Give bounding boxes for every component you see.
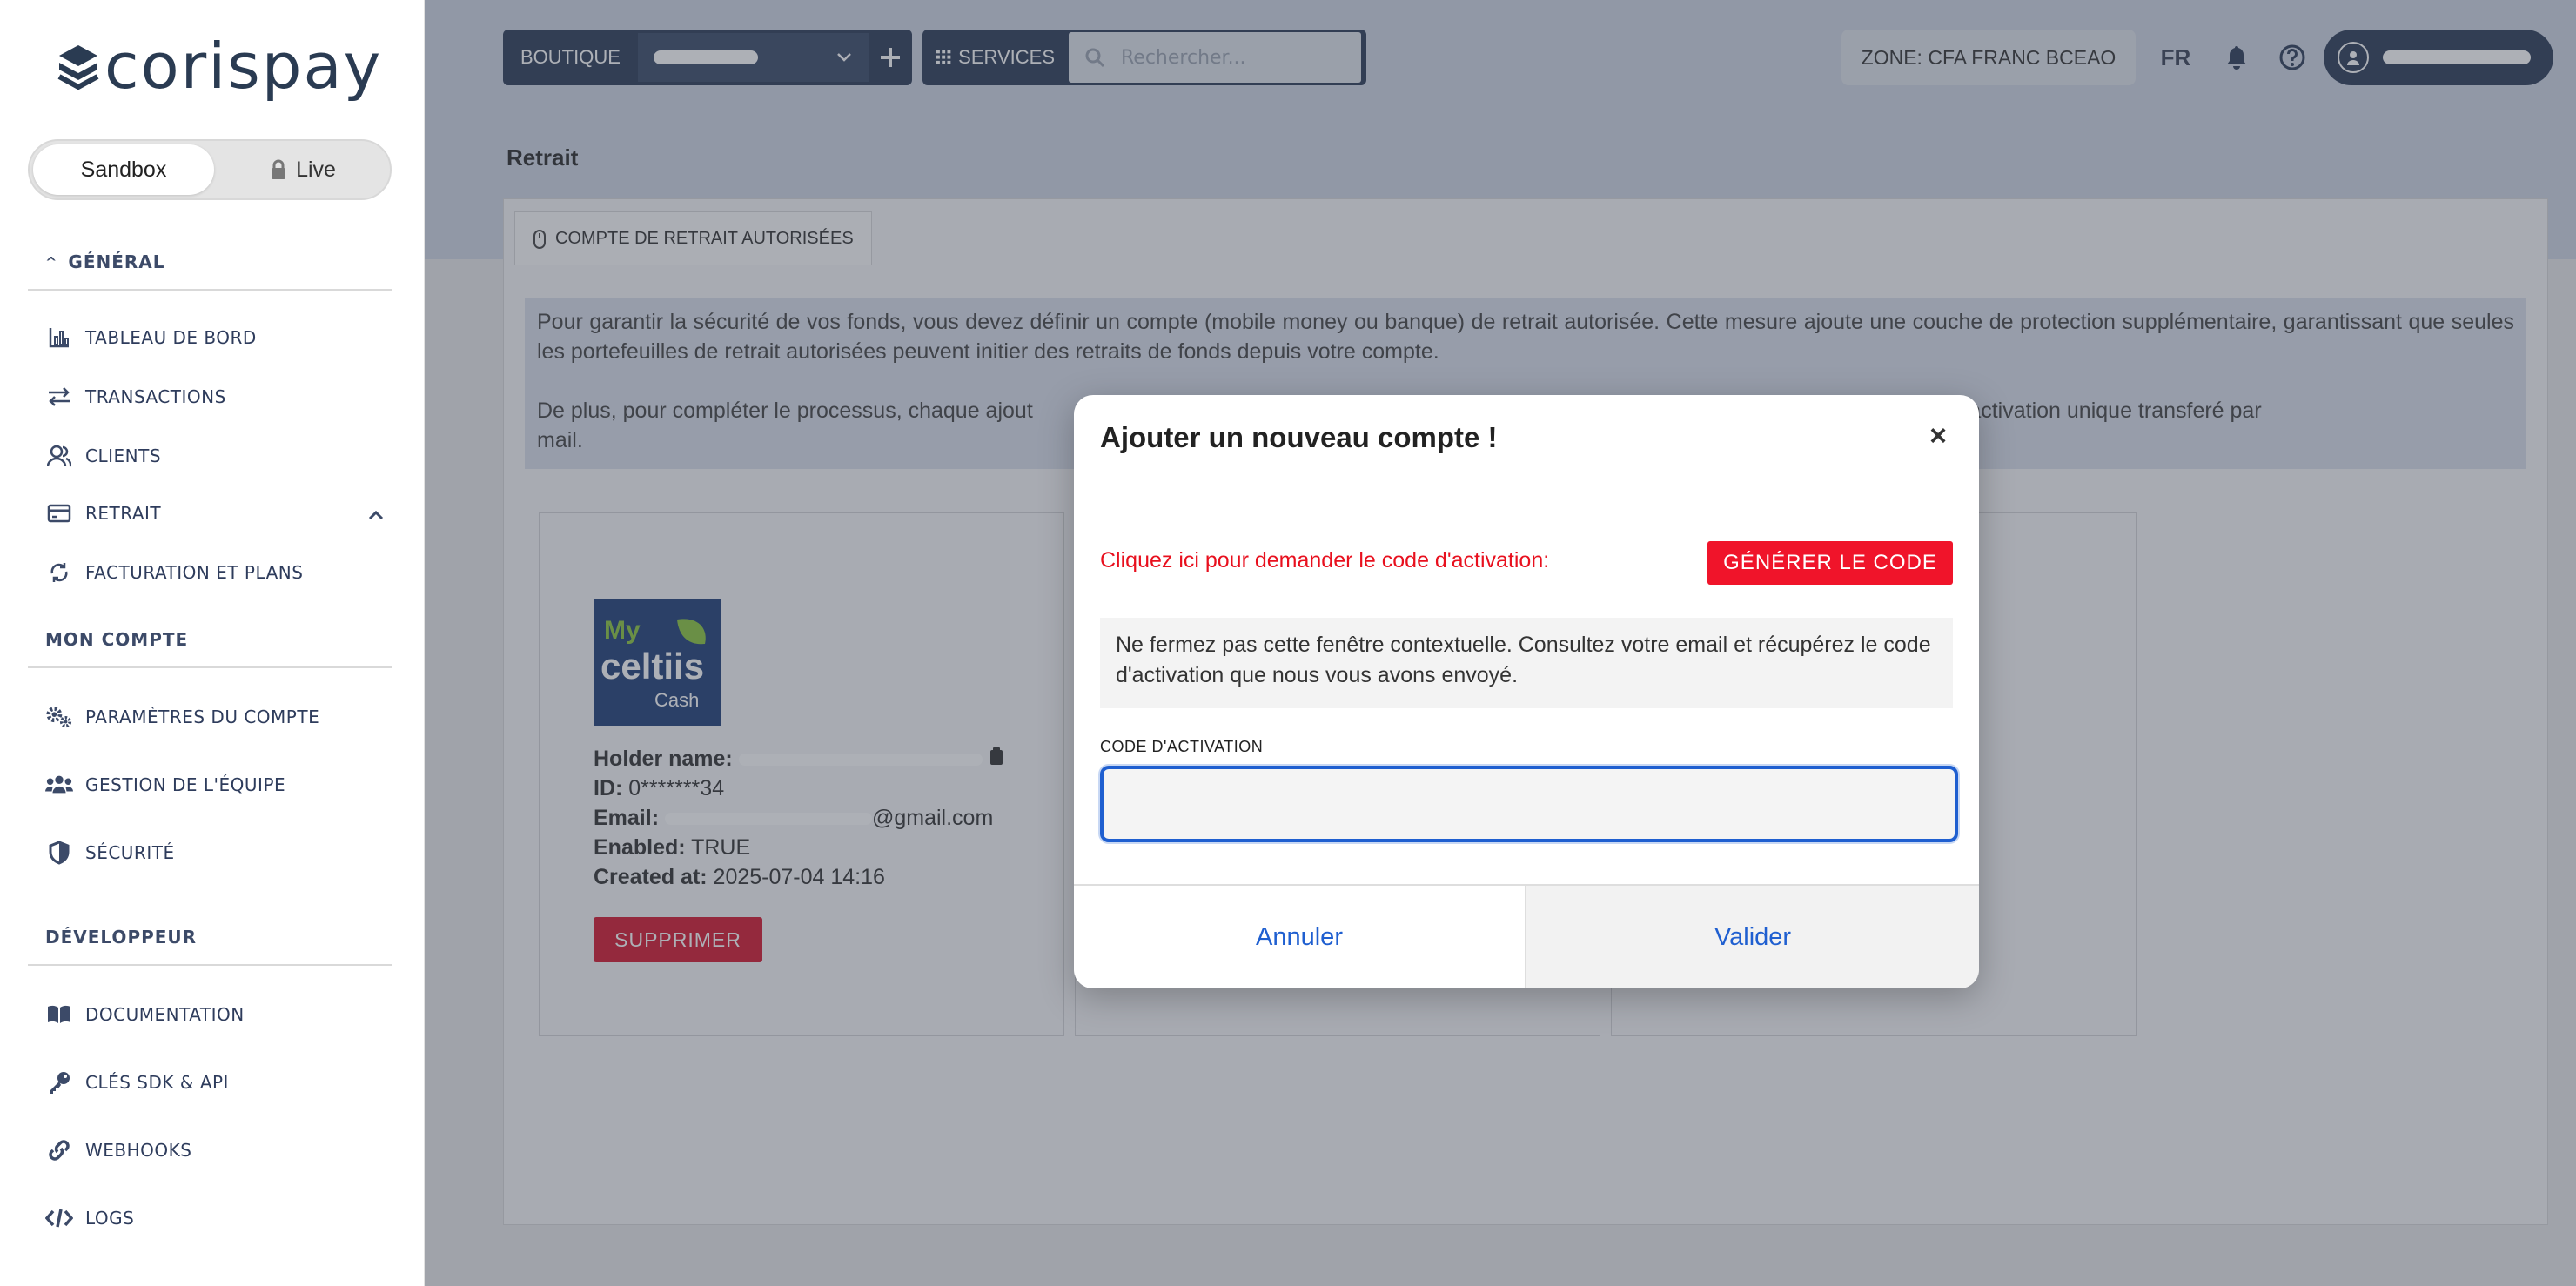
activation-code-label: CODE D'ACTIVATION: [1100, 738, 1264, 755]
cancel-button[interactable]: Annuler: [1074, 886, 1526, 988]
link-icon: [45, 1136, 73, 1164]
section-title-general-label: GÉNÉRAL: [68, 251, 165, 272]
activation-prompt: Cliquez ici pour demander le code d'acti…: [1100, 548, 1550, 573]
nav-item-sdk-keys-label: CLÉS SDK & API: [85, 1072, 229, 1093]
nav-section-developer: DÉVELOPPEUR DOCUMENTATION CLÉS SDK & API…: [28, 922, 392, 1253]
nav-item-dashboard[interactable]: TABLEAU DE BORD: [45, 320, 257, 355]
nav-section-account: MON COMPTE PARAMÈTRES DU COMPTE GESTION …: [28, 625, 392, 886]
activation-code-input[interactable]: [1100, 766, 1958, 842]
nav-item-account-settings[interactable]: PARAMÈTRES DU COMPTE: [45, 700, 319, 734]
book-icon: [45, 1001, 73, 1028]
arrows-exchange-icon: [45, 383, 73, 411]
shield-icon: [45, 839, 73, 867]
section-title-developer: DÉVELOPPEUR: [28, 922, 392, 966]
nav-item-webhooks[interactable]: WEBHOOKS: [45, 1133, 191, 1168]
team-icon: [45, 771, 73, 799]
nav-item-security[interactable]: SÉCURITÉ: [45, 835, 175, 870]
credit-card-icon: [45, 499, 73, 527]
section-title-account-label: MON COMPTE: [45, 629, 189, 650]
key-icon: [45, 1068, 73, 1096]
code-icon: [45, 1204, 73, 1232]
nav-item-webhooks-label: WEBHOOKS: [85, 1140, 192, 1161]
caret-up-icon: ^: [45, 253, 58, 271]
nav-item-clients-label: CLIENTS: [85, 445, 162, 466]
modal-notice: Ne fermez pas cette fenêtre contextuelle…: [1100, 618, 1953, 708]
validate-button[interactable]: Valider: [1526, 886, 1979, 988]
refresh-icon: [45, 559, 73, 586]
nav-item-retrait-label: RETRAIT: [85, 503, 162, 524]
gears-icon: [45, 703, 73, 731]
sandbox-option[interactable]: Sandbox: [33, 144, 214, 195]
nav-item-team-label: GESTION DE L'ÉQUIPE: [85, 774, 286, 795]
nav-item-logs[interactable]: LOGS: [45, 1201, 134, 1236]
nav-item-documentation-label: DOCUMENTATION: [85, 1004, 245, 1025]
nav-item-clients[interactable]: CLIENTS: [45, 439, 161, 473]
nav-section-general: ^ GÉNÉRAL TABLEAU DE BORD TRANSACTIONS CL…: [28, 247, 392, 583]
nav-item-transactions[interactable]: TRANSACTIONS: [45, 379, 226, 414]
nav-item-retrait[interactable]: RETRAIT: [45, 496, 392, 531]
sandbox-label: Sandbox: [80, 157, 167, 182]
nav-item-team[interactable]: GESTION DE L'ÉQUIPE: [45, 767, 285, 802]
nav-item-billing[interactable]: FACTURATION ET PLANS: [45, 555, 303, 590]
nav-item-dashboard-label: TABLEAU DE BORD: [85, 327, 257, 348]
generate-code-button[interactable]: GÉNÉRER LE CODE: [1707, 541, 1953, 585]
nav-item-account-settings-label: PARAMÈTRES DU COMPTE: [85, 707, 320, 727]
modal-title: Ajouter un nouveau compte !: [1100, 421, 1498, 453]
live-option[interactable]: Live: [216, 144, 390, 195]
brand-name: corispay: [104, 30, 383, 103]
nav-item-transactions-label: TRANSACTIONS: [85, 386, 226, 407]
bar-chart-icon: [45, 324, 73, 352]
environment-toggle[interactable]: Sandbox Live: [28, 139, 392, 200]
nav-item-sdk-keys[interactable]: CLÉS SDK & API: [45, 1065, 229, 1100]
users-icon: [45, 442, 73, 470]
sidebar: corispay Sandbox Live ^ GÉNÉRAL TABLEAU D…: [0, 0, 425, 1286]
nav-item-logs-label: LOGS: [85, 1208, 135, 1229]
close-icon[interactable]: ×: [1923, 419, 1953, 452]
corispay-logo[interactable]: corispay: [56, 35, 382, 97]
corispay-logo-icon: [57, 45, 99, 90]
chevron-up-icon: [367, 505, 385, 526]
nav-item-documentation[interactable]: DOCUMENTATION: [45, 997, 245, 1032]
section-title-account: MON COMPTE: [28, 625, 392, 668]
nav-item-security-label: SÉCURITÉ: [85, 842, 175, 863]
modal-footer: Annuler Valider: [1074, 884, 1979, 988]
section-title-developer-label: DÉVELOPPEUR: [45, 927, 198, 948]
section-title-general[interactable]: ^ GÉNÉRAL: [28, 247, 392, 291]
lock-icon: [272, 159, 286, 179]
add-account-modal: Ajouter un nouveau compte ! × Cliquez ic…: [1074, 395, 1979, 988]
nav-item-billing-label: FACTURATION ET PLANS: [85, 562, 304, 583]
live-label: Live: [296, 157, 336, 182]
